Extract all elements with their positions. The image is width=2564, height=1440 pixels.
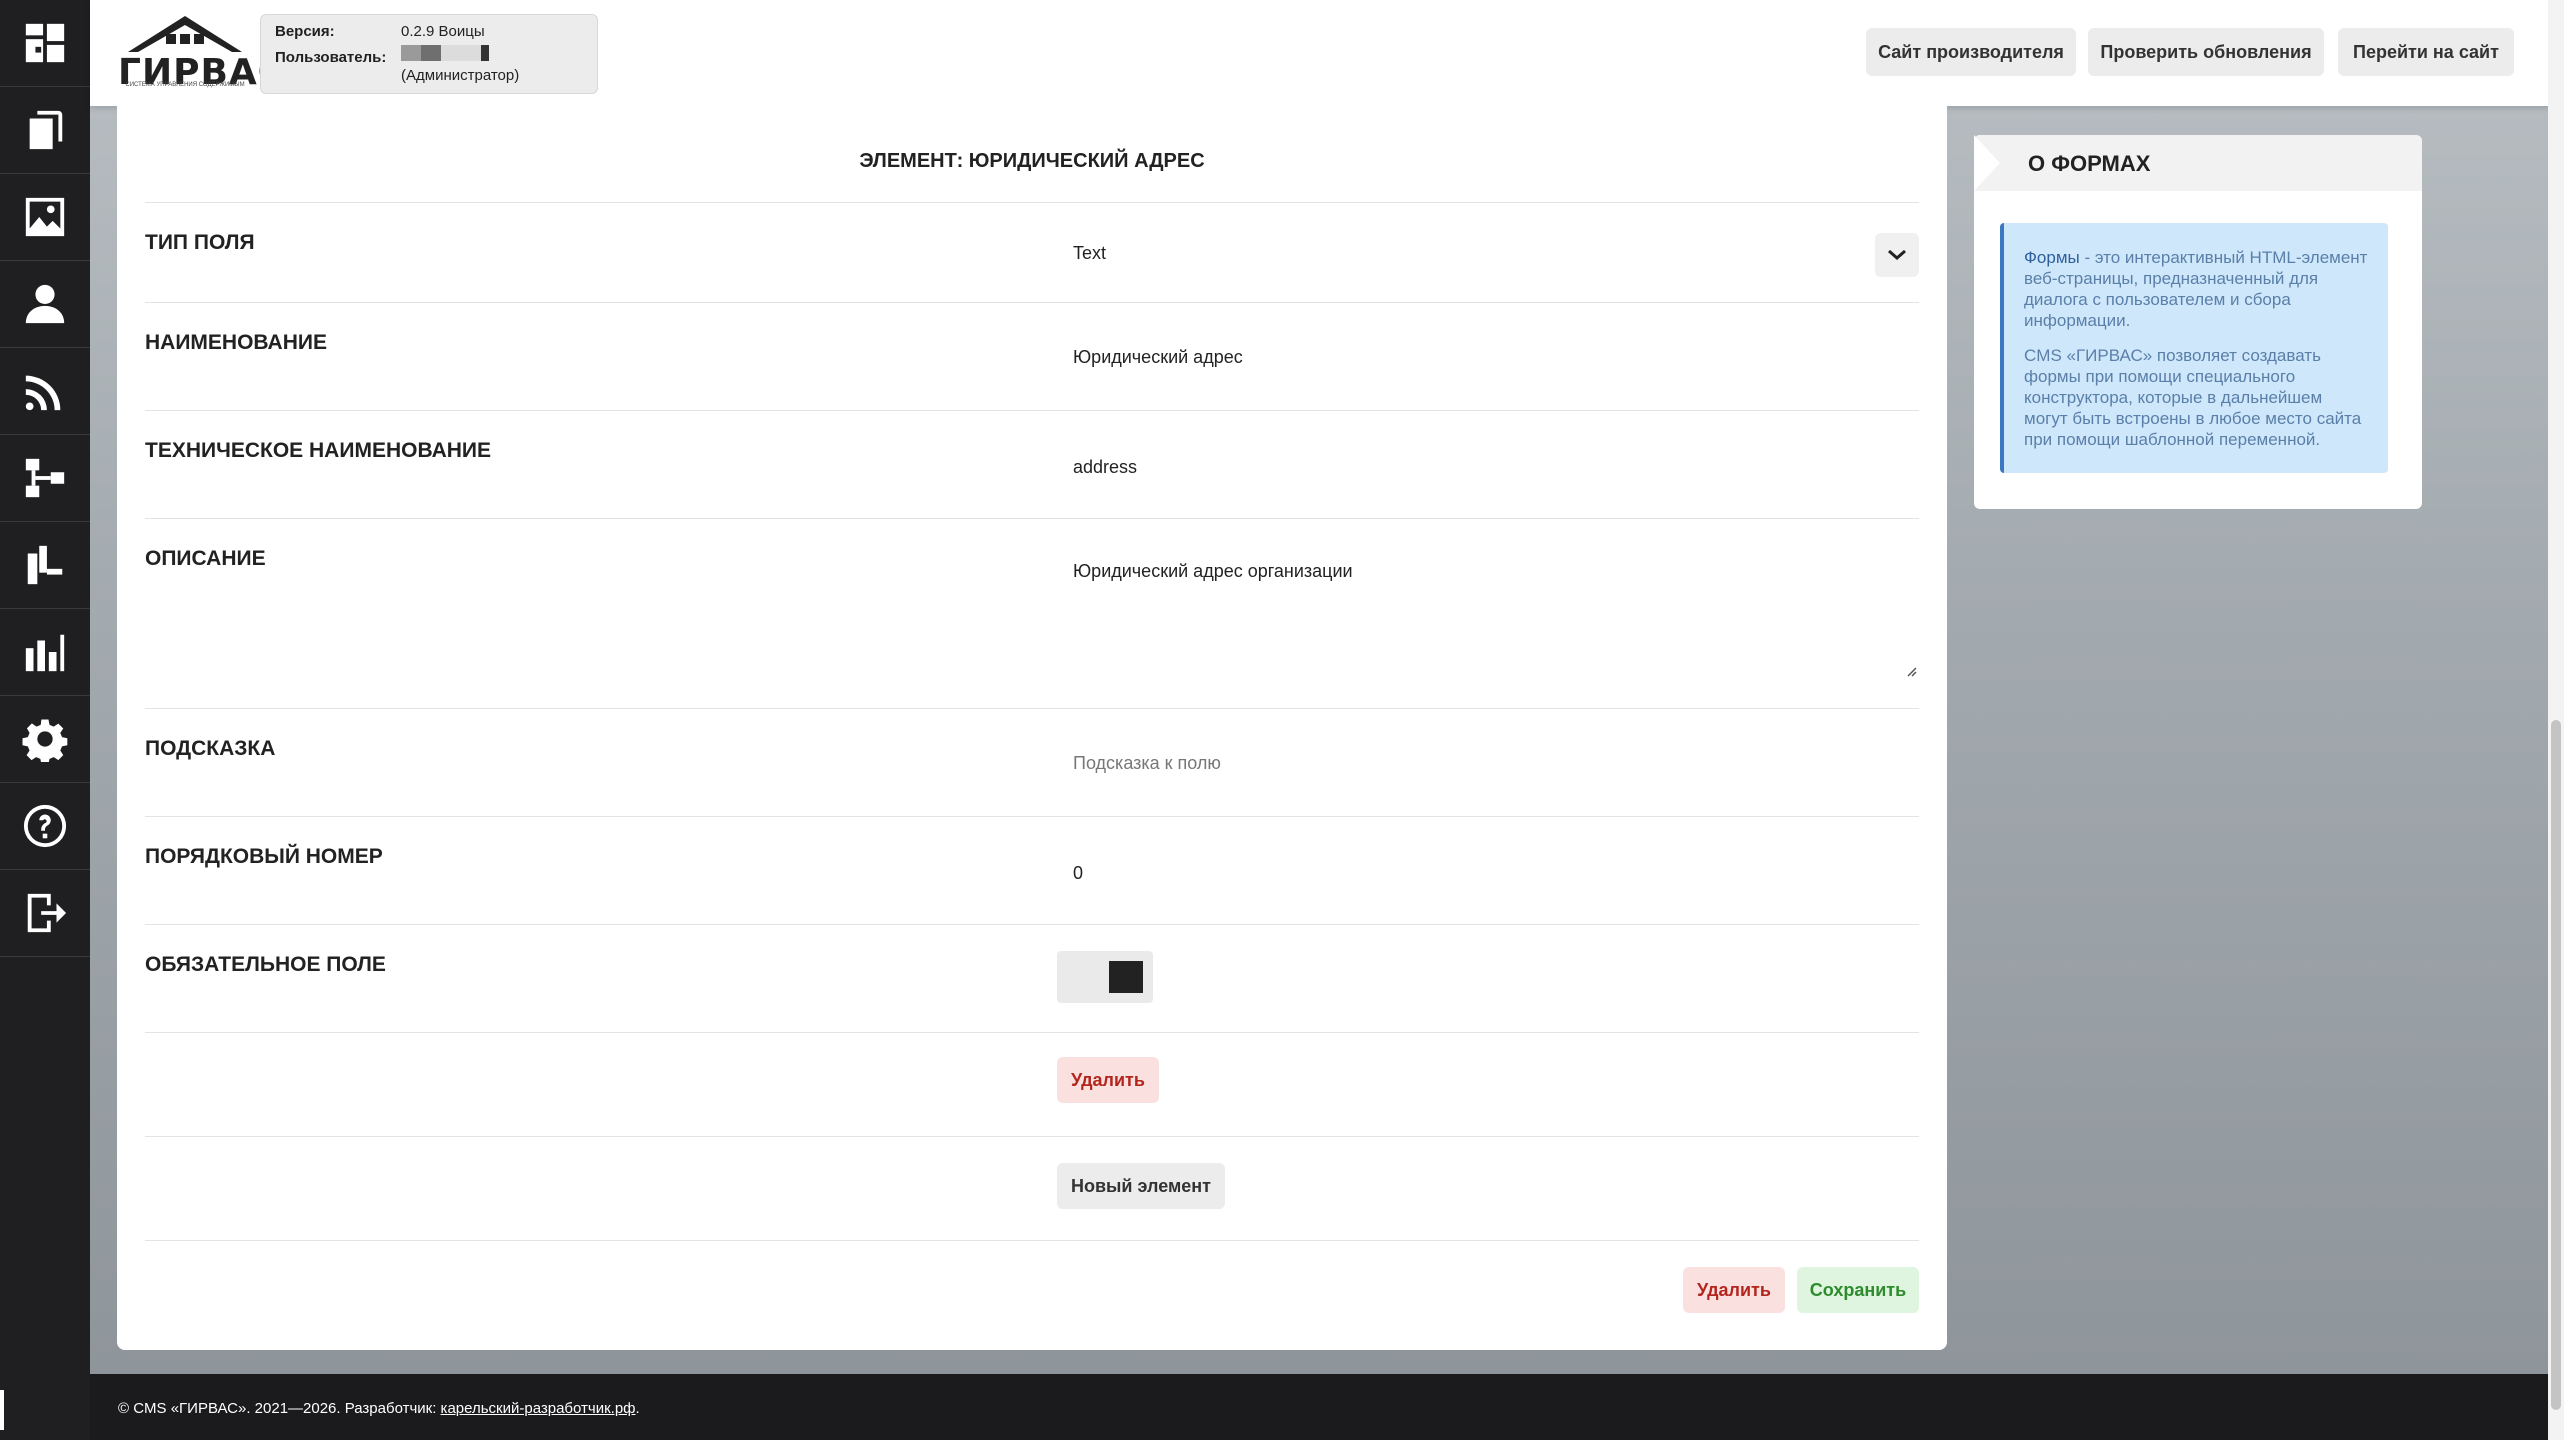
sidebar-item-pages[interactable] <box>0 87 90 174</box>
about-term: Формы <box>2024 248 2080 267</box>
developer-link[interactable]: карельский-разработчик.рф <box>441 1400 636 1417</box>
version-value: 0.2.9 Воицы <box>401 23 485 40</box>
check-updates-button[interactable]: Проверить обновления <box>2088 28 2324 76</box>
hint-row: ПОДСКАЗКА Подсказка к полю <box>145 708 1919 817</box>
about-forms-info: Формы - это интерактивный HTML-элемент в… <box>2000 223 2388 473</box>
version-label: Версия: <box>275 23 335 40</box>
user-role: (Администратор) <box>401 67 520 84</box>
user-icon <box>25 284 65 324</box>
help-icon <box>23 804 67 848</box>
name-input[interactable]: Юридический адрес <box>1073 347 1243 368</box>
order-row: ПОРЯДКОВЫЙ НОМЕР 0 <box>145 816 1919 925</box>
sidebar-item-stats[interactable] <box>0 609 90 696</box>
delete-element-button[interactable]: Удалить <box>1057 1057 1159 1103</box>
sidebar-item-users[interactable] <box>0 261 90 348</box>
user-label: Пользователь: <box>275 49 387 66</box>
structure-icon <box>25 458 65 498</box>
name-row: НАИМЕНОВАНИЕ Юридический адрес <box>145 302 1919 411</box>
sidebar-indicator <box>0 1390 4 1430</box>
scrollbar-thumb[interactable] <box>2551 720 2561 1410</box>
user-name-redacted <box>401 45 489 61</box>
stats-icon <box>25 634 65 672</box>
about-paragraph-2: CMS «ГИРВАС» позволяет создавать формы п… <box>2024 346 2362 449</box>
sidebar-item-feed[interactable] <box>0 348 90 435</box>
toggle-knob <box>1109 961 1143 993</box>
footer-end: . <box>635 1400 640 1417</box>
settings-icon <box>22 719 68 762</box>
chevron-down-icon <box>1888 249 1906 260</box>
sidebar-item-settings[interactable] <box>0 696 90 783</box>
footer-text: © CMS «ГИРВАС». 2021—2026. Разработчик: … <box>118 1400 640 1417</box>
about-forms-header: О ФОРМАХ <box>1974 135 2422 191</box>
order-input[interactable]: 0 <box>1073 863 1083 884</box>
modules-icon <box>27 545 63 585</box>
dashboard-icon <box>25 23 65 63</box>
pages-icon <box>29 110 63 150</box>
sidebar <box>0 0 90 1440</box>
footer-copyright: © CMS «ГИРВАС». 2021—2026. Разработчик: <box>118 1400 441 1417</box>
hint-input[interactable]: Подсказка к полю <box>1073 753 1221 774</box>
save-button[interactable]: Сохранить <box>1797 1267 1919 1313</box>
about-forms-title: О ФОРМАХ <box>2028 151 2151 176</box>
required-toggle[interactable] <box>1057 951 1153 1003</box>
logo-subtitle: СИСТЕМА УПРАВЛЕНИЯ СОДЕРЖИМЫМ <box>125 82 245 88</box>
form-element-card: ЭЛЕМЕНТ: ЮРИДИЧЕСКИЙ АДРЕС ТИП ПОЛЯ Text… <box>117 106 1947 1350</box>
new-element-row: Новый элемент <box>145 1136 1919 1241</box>
vendor-site-button[interactable]: Сайт производителя <box>1866 28 2076 76</box>
version-info-box: Версия: 0.2.9 Воицы Пользователь: (Админ… <box>260 14 598 94</box>
logo[interactable]: ГИРВАС СИСТЕМА УПРАВЛЕНИЯ СОДЕРЖИМЫМ <box>118 12 284 93</box>
page-title: ЭЛЕМЕНТ: ЮРИДИЧЕСКИЙ АДРЕС <box>859 150 1205 172</box>
logo-roof-icon <box>128 16 242 52</box>
sidebar-item-structure[interactable] <box>0 435 90 522</box>
sidebar-item-logout[interactable] <box>0 870 90 957</box>
sidebar-item-gallery[interactable] <box>0 174 90 261</box>
field-type-row: ТИП ПОЛЯ Text <box>145 202 1919 303</box>
sidebar-item-help[interactable] <box>0 783 90 870</box>
delete-button[interactable]: Удалить <box>1683 1267 1785 1313</box>
page-scrollbar[interactable] <box>2548 0 2564 1440</box>
order-label: ПОРЯДКОВЫЙ НОМЕР <box>145 845 383 868</box>
description-label: ОПИСАНИЕ <box>145 547 266 570</box>
tech-name-label: ТЕХНИЧЕСКОЕ НАИМЕНОВАНИЕ <box>145 439 491 462</box>
tech-name-input[interactable]: address <box>1073 457 1137 478</box>
field-type-label: ТИП ПОЛЯ <box>145 231 255 254</box>
field-type-select[interactable]: Text <box>1073 243 1106 264</box>
top-header: ГИРВАС СИСТЕМА УПРАВЛЕНИЯ СОДЕРЖИМЫМ Вер… <box>90 0 2564 106</box>
page-footer: © CMS «ГИРВАС». 2021—2026. Разработчик: … <box>90 1374 2564 1440</box>
sidebar-item-modules[interactable] <box>0 522 90 609</box>
required-row: ОБЯЗАТЕЛЬНОЕ ПОЛЕ <box>145 924 1919 1033</box>
form-actions: Удалить Сохранить <box>145 1240 1919 1341</box>
delete-element-row: Удалить <box>145 1032 1919 1137</box>
description-row: ОПИСАНИЕ Юридический адрес организации <box>145 518 1919 709</box>
resize-grip-icon[interactable] <box>1905 665 1917 677</box>
field-type-dropdown-button[interactable] <box>1875 233 1919 277</box>
about-paragraph-1: Формы - это интерактивный HTML-элемент в… <box>2024 247 2368 331</box>
header-arrow-icon <box>1974 135 2000 191</box>
new-element-button[interactable]: Новый элемент <box>1057 1163 1225 1209</box>
required-label: ОБЯЗАТЕЛЬНОЕ ПОЛЕ <box>145 953 386 976</box>
description-textarea[interactable]: Юридический адрес организации <box>1073 561 1353 582</box>
feed-icon <box>25 375 61 411</box>
name-label: НАИМЕНОВАНИЕ <box>145 331 327 354</box>
go-to-site-button[interactable]: Перейти на сайт <box>2338 28 2514 76</box>
hint-label: ПОДСКАЗКА <box>145 737 276 760</box>
logout-icon <box>27 893 67 933</box>
about-forms-panel: О ФОРМАХ Формы - это интерактивный HTML-… <box>1974 135 2422 509</box>
sidebar-item-dashboard[interactable] <box>0 0 90 87</box>
image-icon <box>25 197 65 237</box>
tech-name-row: ТЕХНИЧЕСКОЕ НАИМЕНОВАНИЕ address <box>145 410 1919 519</box>
